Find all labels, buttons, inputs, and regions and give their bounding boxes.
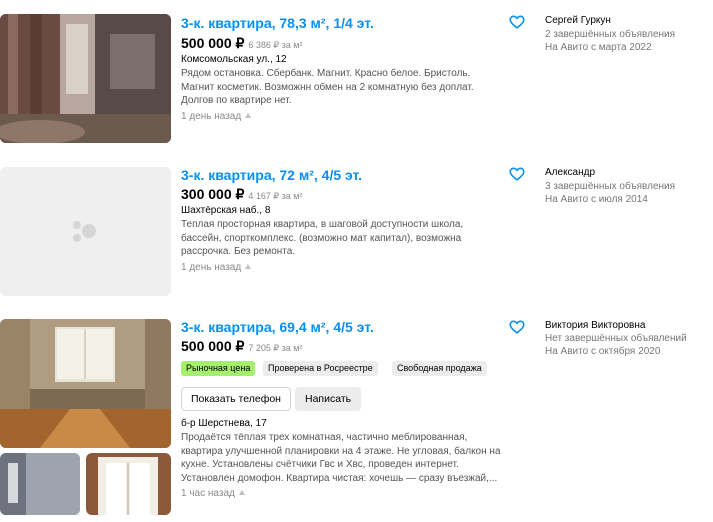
listing-date: 1 день назад [181, 111, 252, 122]
description-line: Магнит косметик. Возможнн обмен на 2 ком… [181, 81, 474, 93]
listing-date: 1 час назад [181, 488, 245, 499]
listing-date: 1 день назад [181, 262, 252, 273]
seller-name[interactable]: Виктория Викторовна [545, 320, 645, 331]
price: 500 000 ₽ [181, 35, 245, 51]
description-line: Долгов по квартире нет. [181, 95, 292, 106]
up-arrow-icon [245, 264, 252, 269]
price-per-m2: 4 167 ₽ за м² [248, 191, 303, 201]
bedroom-photo [0, 14, 171, 143]
seller-name[interactable]: Александр [545, 167, 595, 178]
listing-photo-thumb[interactable] [86, 453, 171, 515]
seller-name[interactable]: Сергей Гуркун [545, 15, 611, 26]
seller-since: На Авито с июля 2014 [545, 194, 648, 205]
badge-free-sale: Свободная продажа [392, 361, 487, 376]
empty-room-photo [0, 319, 171, 448]
listing-photo-placeholder[interactable] [0, 167, 171, 296]
price-row: 500 000 ₽7 205 ₽ за м² [181, 338, 302, 356]
badge-market-price: Рыночная цена [181, 361, 256, 376]
up-arrow-icon [238, 490, 245, 495]
address[interactable]: Комсомольская ул., 12 [181, 54, 287, 65]
listing-photo-main[interactable] [0, 319, 171, 448]
listing-card-2[interactable]: 3-к. квартира, 72 м², 4/5 эт. 300 000 ₽4… [0, 160, 713, 305]
listing-title[interactable]: 3-к. квартира, 78,3 м², 1/4 эт. [181, 15, 374, 31]
listing-title[interactable]: 3-к. квартира, 69,4 м², 4/5 эт. [181, 319, 374, 335]
description: Теплая просторная квартира, в шаговой до… [181, 218, 501, 259]
heart-outline-icon[interactable] [509, 15, 525, 29]
description-line: бассейн, спорткомплекс. (возможно мат ка… [181, 232, 462, 244]
listing-card-3[interactable]: 3-к. квартира, 69,4 м², 4/5 эт. 500 000 … [0, 310, 713, 522]
seller-completed: 3 завершённых объявления [545, 181, 676, 192]
description-line: Продаётся тёплая трех комнатная, частичн… [181, 432, 468, 443]
seller-since: На Авито с октября 2020 [545, 346, 661, 357]
doorway-thumbnail [86, 453, 171, 515]
listing-title[interactable]: 3-к. квартира, 72 м², 4/5 эт. [181, 167, 362, 183]
listing-photo-thumb[interactable] [0, 453, 80, 515]
room-thumbnail [0, 453, 80, 515]
description: Продаётся тёплая трех комнатная, частичн… [181, 431, 521, 485]
description-line: рассрочка. Без ремонта. [181, 246, 296, 257]
description-line: Установлен домофон. Квартира чистая: хоч… [181, 472, 498, 484]
photo-placeholder-icon [73, 221, 96, 242]
date-text: 1 час назад [181, 488, 235, 499]
date-text: 1 день назад [181, 262, 242, 273]
price: 300 000 ₽ [181, 186, 245, 202]
address[interactable]: б-р Шерстнева, 17 [181, 418, 267, 429]
price-row: 500 000 ₽6 386 ₽ за м² [181, 35, 302, 53]
seller-completed: Нет завершённых объявлений [545, 333, 687, 344]
date-text: 1 день назад [181, 111, 242, 122]
listing-photo[interactable] [0, 14, 171, 143]
description-line: квартира улучшенной планировки на 4 этаж… [181, 445, 501, 457]
address[interactable]: Шахтёрская наб., 8 [181, 205, 270, 216]
listing-card-1[interactable]: 3-к. квартира, 78,3 м², 1/4 эт. 500 000 … [0, 0, 713, 150]
description-line: кухне. Установлены счётчики Гвс и Хвс, п… [181, 459, 459, 470]
description: Рядом остановка. Сбербанк. Магнит. Красн… [181, 67, 501, 108]
price-per-m2: 6 386 ₽ за м² [248, 40, 303, 50]
seller-since: На Авито с марта 2022 [545, 42, 652, 53]
badge-rosreestr-verified: Проверена в Росреестре [263, 361, 378, 376]
heart-outline-icon[interactable] [509, 167, 525, 181]
write-button[interactable]: Написать [295, 387, 362, 411]
heart-outline-icon[interactable] [509, 320, 525, 334]
price-per-m2: 7 205 ₽ за м² [248, 343, 303, 353]
up-arrow-icon [245, 113, 252, 118]
badges: Рыночная цена Проверена в Росреестре Сво… [181, 361, 511, 376]
show-phone-button[interactable]: Показать телефон [181, 387, 291, 411]
price: 500 000 ₽ [181, 338, 245, 354]
description-line: Теплая просторная квартира, в шаговой до… [181, 219, 464, 230]
description-line: Рядом остановка. Сбербанк. Магнит. Красн… [181, 68, 471, 79]
seller-completed: 2 завершённых объявления [545, 29, 676, 40]
price-row: 300 000 ₽4 167 ₽ за м² [181, 186, 302, 204]
